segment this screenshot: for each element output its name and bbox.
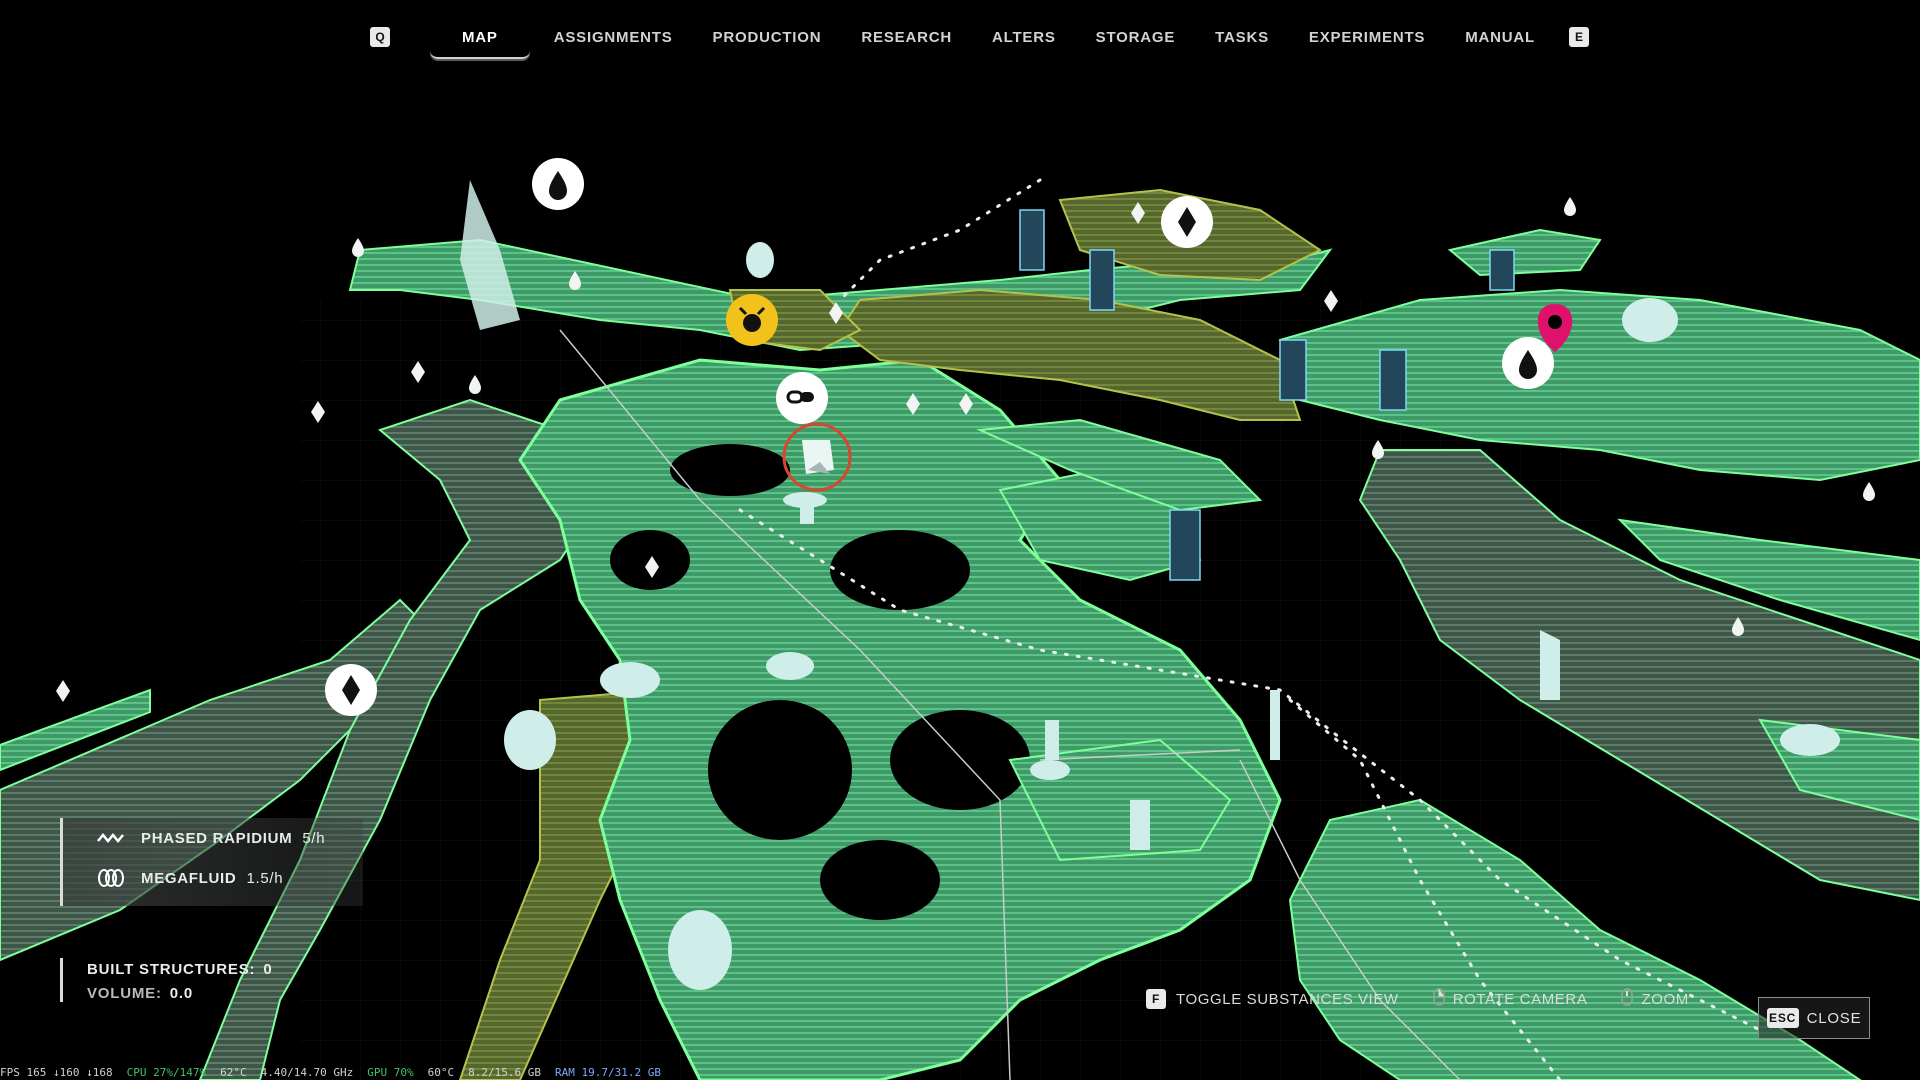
diamond-pin-2[interactable] — [325, 664, 377, 716]
resource-row: PHASED RAPIDIUM 5/h — [63, 818, 363, 858]
gpu-temp-readout: 60°C — [427, 1065, 455, 1079]
tab-research[interactable]: RESEARCH — [841, 29, 972, 46]
toggle-key: F — [1146, 989, 1166, 1009]
performance-overlay: FPS 165 ↓160 ↓168 CPU 27%/147% 62°C 4.40… — [0, 1064, 675, 1080]
resource-name: MEGAFLUID — [141, 869, 237, 887]
resource-name: PHASED RAPIDIUM — [141, 829, 293, 847]
vram-readout: 8.2/15.6 GB — [468, 1065, 542, 1079]
resource-rate: 1.5/h — [246, 869, 284, 887]
resource-row: MEGAFLUID 1.5/h — [63, 858, 363, 898]
resource-rate: 5/h — [302, 829, 326, 847]
control-hints: F TOGGLE SUBSTANCES VIEW ROTATE CAMERA Z… — [1146, 988, 1723, 1010]
rotate-camera-hint: ROTATE CAMERA — [1432, 988, 1588, 1010]
mouse-right-icon — [1432, 988, 1445, 1010]
mouse-wheel-icon — [1621, 988, 1634, 1010]
tab-assignments[interactable]: ASSIGNMENTS — [534, 29, 693, 46]
map-scene[interactable] — [0, 0, 1920, 1080]
tab-experiments[interactable]: EXPERIMENTS — [1289, 29, 1445, 46]
tab-manual[interactable]: MANUAL — [1445, 29, 1555, 46]
droplet-pin-1[interactable] — [532, 158, 584, 210]
volume-label: VOLUME: — [87, 985, 162, 1002]
rapidium-wave-icon — [97, 831, 127, 845]
tab-production[interactable]: PRODUCTION — [693, 29, 842, 46]
droplet-pin-2[interactable] — [1502, 337, 1554, 389]
cpu-readout: CPU 27%/147% — [126, 1065, 207, 1079]
gpu-readout: GPU 70% — [367, 1065, 414, 1079]
prev-tab-key[interactable]: Q — [370, 27, 390, 47]
chain-pin[interactable] — [776, 372, 828, 424]
tab-tasks[interactable]: TASKS — [1195, 29, 1289, 46]
volume-value: 0.0 — [169, 985, 194, 1002]
tab-alters[interactable]: ALTERS — [972, 29, 1076, 46]
built-structures-value: 0 — [263, 961, 273, 978]
zoom-hint: ZOOM — [1621, 988, 1688, 1010]
built-structures-label: BUILT STRUCTURES: — [87, 961, 256, 978]
yellow-task-pin[interactable] — [726, 294, 778, 346]
fps-readout: FPS 165 ↓160 ↓168 — [0, 1065, 113, 1079]
resource-panel: PHASED RAPIDIUM 5/h MEGAFLUID 1.5/h — [60, 818, 363, 906]
diamond-pin-1[interactable] — [1161, 196, 1213, 248]
rotate-camera-label: ROTATE CAMERA — [1452, 990, 1588, 1008]
close-label: CLOSE — [1806, 1009, 1862, 1027]
zoom-label: ZOOM — [1641, 990, 1689, 1008]
cpu-temp-readout: 62°C — [220, 1065, 247, 1079]
tab-map[interactable]: MAP — [430, 15, 530, 59]
structure-stats: BUILT STRUCTURES: 0 VOLUME: 0.0 — [60, 958, 272, 1002]
megafluid-icon — [97, 868, 127, 888]
tab-storage[interactable]: STORAGE — [1076, 29, 1196, 46]
top-nav: Q MAP ASSIGNMENTS PRODUCTION RESEARCH AL… — [370, 14, 1590, 60]
next-tab-key[interactable]: E — [1569, 27, 1590, 47]
toggle-substances-hint[interactable]: F TOGGLE SUBSTANCES VIEW — [1146, 989, 1399, 1009]
close-button[interactable]: ESC CLOSE — [1758, 997, 1870, 1039]
cpu-freq-readout: 4.40/14.70 GHz — [260, 1065, 354, 1079]
esc-key: ESC — [1766, 1008, 1799, 1028]
ram-readout: RAM 19.7/31.2 GB — [555, 1065, 661, 1079]
toggle-substances-label: TOGGLE SUBSTANCES VIEW — [1176, 990, 1399, 1008]
